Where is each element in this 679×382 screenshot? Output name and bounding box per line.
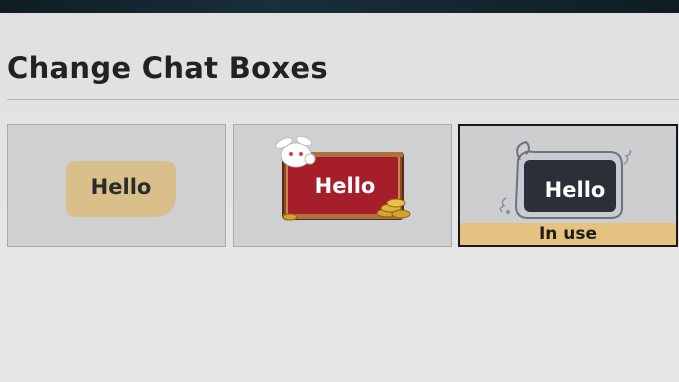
chat-box-option-1[interactable]: Hello	[7, 124, 226, 247]
chat-box-option-2[interactable]: Hello	[233, 124, 452, 247]
chat-bubble-text: Hello	[90, 175, 152, 199]
in-use-badge: In use	[460, 223, 676, 245]
panel-title: Change Chat Boxes	[7, 51, 328, 85]
top-header-strip	[0, 0, 679, 13]
chat-bubble-text: Hello	[544, 178, 606, 202]
chat-bubble-text: Hello	[314, 174, 376, 198]
title-divider	[7, 99, 679, 100]
chat-box-option-3[interactable]: Hello In use	[458, 124, 678, 247]
